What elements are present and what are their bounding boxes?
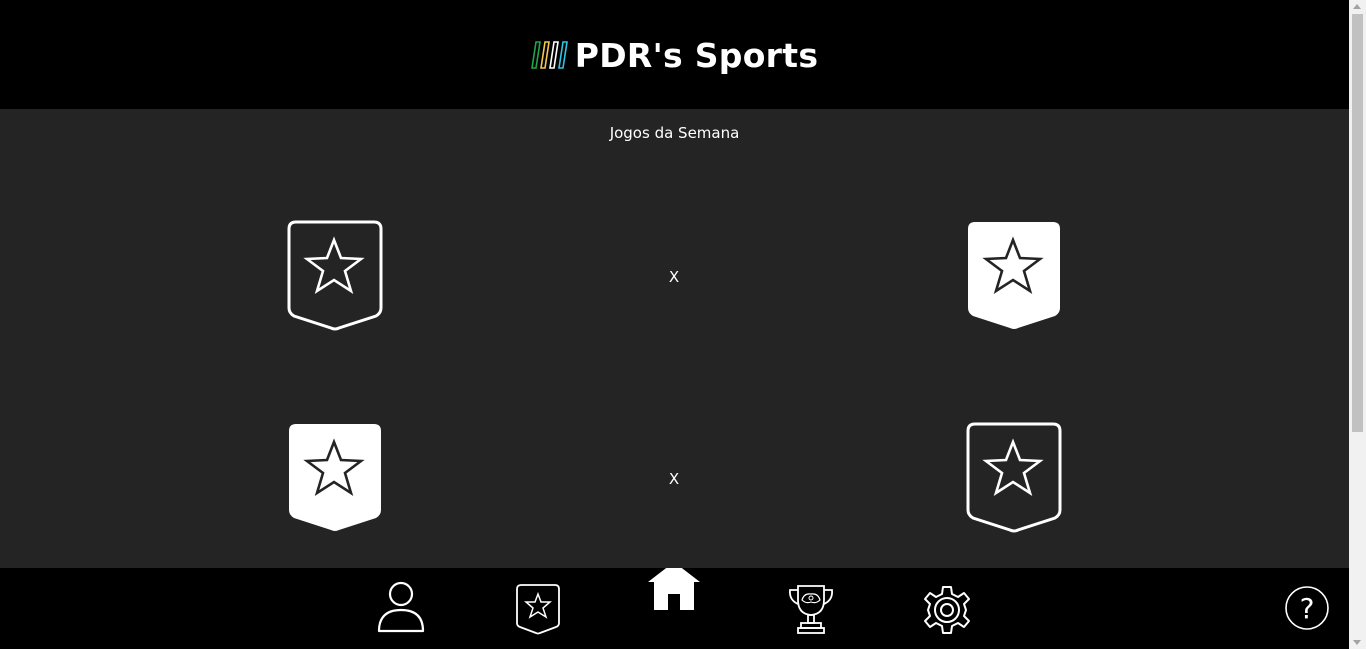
home-icon <box>648 568 700 610</box>
nav-home-button[interactable] <box>648 568 700 612</box>
help-label: ? <box>1300 592 1315 625</box>
shield-star-filled-icon[interactable] <box>287 422 383 534</box>
gear-icon <box>924 586 970 634</box>
app-title: PDR's Sports <box>574 35 819 75</box>
scroll-down-arrow-icon[interactable] <box>1353 640 1361 645</box>
user-icon <box>377 581 425 633</box>
scroll-thumb[interactable] <box>1352 14 1363 432</box>
nav-teams-button[interactable] <box>514 583 562 635</box>
shield-star-icon <box>516 584 560 635</box>
help-icon: ? <box>1285 586 1329 630</box>
vertical-scrollbar[interactable] <box>1349 0 1366 649</box>
section-title: Jogos da Semana <box>609 124 740 142</box>
brand[interactable]: PDR's Sports <box>530 35 819 75</box>
nav-profile-button[interactable] <box>376 580 426 634</box>
app-header: PDR's Sports <box>0 0 1349 109</box>
shield-star-filled-icon[interactable] <box>966 220 1062 332</box>
bottom-nav: ? <box>0 568 1349 649</box>
scroll-up-arrow-icon[interactable] <box>1353 4 1361 9</box>
trophy-icon <box>789 585 833 634</box>
nav-settings-button[interactable] <box>921 585 973 635</box>
nav-championships-button[interactable] <box>785 583 837 635</box>
versus-label: X <box>668 470 680 488</box>
main-content: Jogos da Semana X X <box>0 109 1349 568</box>
match-row: X <box>0 220 1349 332</box>
shield-star-outline-icon[interactable] <box>287 220 383 332</box>
stripes-logo-icon <box>530 41 568 69</box>
shield-star-outline-icon[interactable] <box>966 422 1062 534</box>
help-button[interactable]: ? <box>1284 585 1330 631</box>
versus-label: X <box>668 268 680 286</box>
match-row: X <box>0 422 1349 534</box>
